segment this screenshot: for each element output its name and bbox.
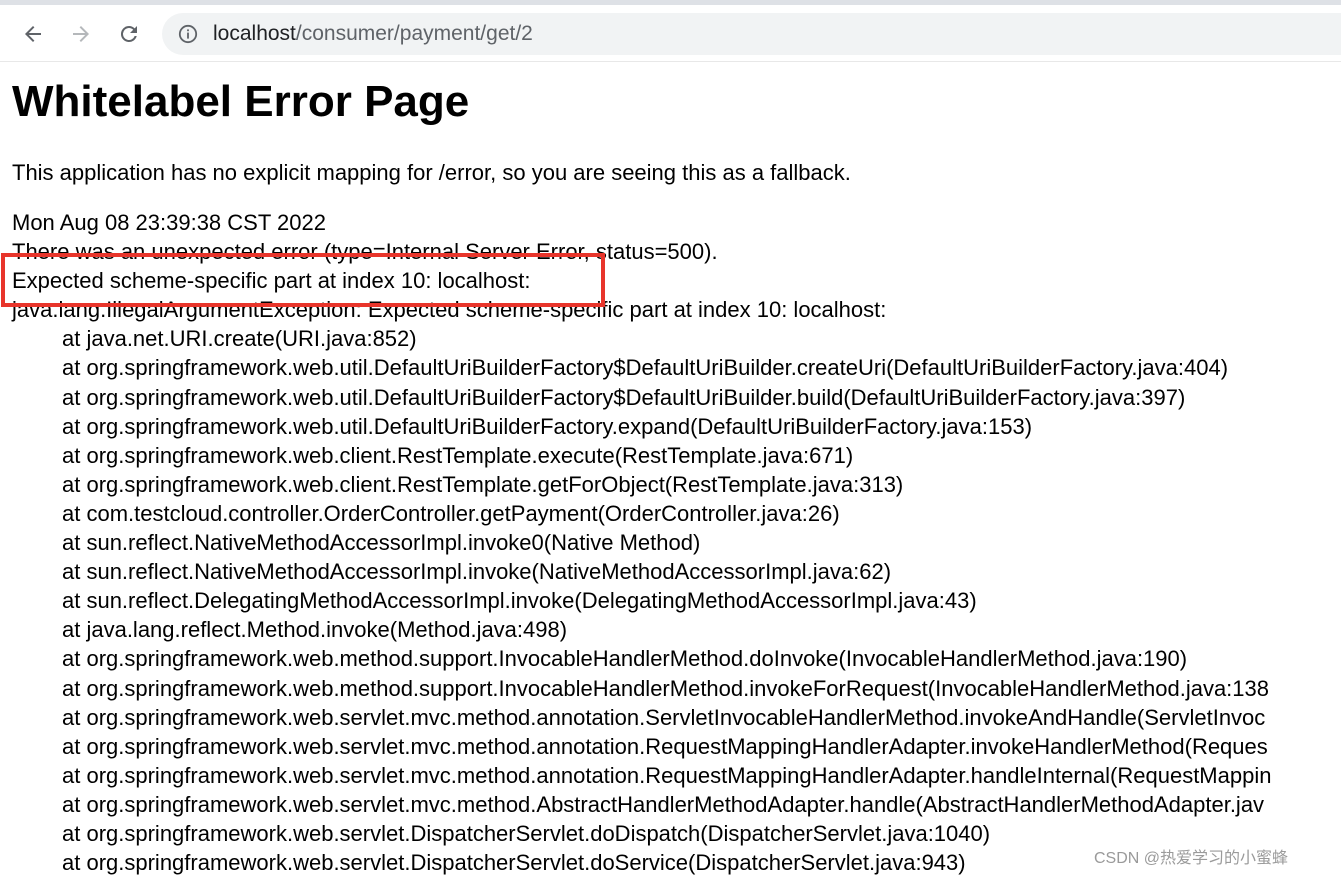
address-bar[interactable]: localhost/consumer/payment/get/2 (162, 13, 1341, 55)
stack-frame: at java.net.URI.create(URI.java:852) (62, 326, 417, 352)
stack-frame: at org.springframework.web.util.DefaultU… (62, 355, 1229, 381)
error-details: Mon Aug 08 23:39:38 CST 2022 There was a… (12, 208, 1271, 877)
stack-frame: at org.springframework.web.client.RestTe… (62, 442, 854, 468)
stack-frame: at org.springframework.web.servlet.Dispa… (62, 850, 966, 876)
stack-frame: at org.springframework.web.servlet.mvc.m… (62, 762, 1272, 788)
error-timestamp: Mon Aug 08 23:39:38 CST 2022 (12, 210, 326, 235)
back-button[interactable] (18, 19, 48, 49)
reload-icon (120, 25, 137, 42)
stack-frame: at org.springframework.web.method.suppor… (62, 646, 1188, 672)
stack-frame: at com.testcloud.controller.OrderControl… (62, 500, 840, 526)
url-host: localhost (213, 22, 296, 45)
stack-frame: at org.springframework.web.servlet.Dispa… (62, 820, 991, 846)
url-text[interactable]: localhost/consumer/payment/get/2 (213, 22, 533, 46)
reload-button[interactable] (114, 19, 144, 49)
error-description: This application has no explicit mapping… (12, 160, 851, 185)
stack-frame: at org.springframework.web.client.RestTe… (62, 471, 904, 497)
stack-frame: at org.springframework.web.method.suppor… (62, 675, 1270, 701)
page-title: Whitelabel Error Page (12, 77, 470, 126)
forward-button[interactable] (66, 19, 96, 49)
stack-frame: at org.springframework.web.servlet.mvc.m… (62, 704, 1266, 730)
forward-arrow-icon (73, 26, 89, 42)
watermark: CSDN @热爱学习的小蜜蜂 (1094, 850, 1289, 867)
stack-frame: at sun.reflect.NativeMethodAccessorImpl.… (62, 559, 892, 585)
url-path: /consumer/payment/get/2 (295, 22, 533, 45)
info-icon[interactable] (178, 24, 198, 44)
back-arrow-icon (25, 26, 41, 42)
stack-frame: at org.springframework.web.servlet.mvc.m… (62, 791, 1265, 817)
stack-frame: at sun.reflect.NativeMethodAccessorImpl.… (62, 530, 701, 556)
browser-toolbar: localhost/consumer/payment/get/2 (0, 0, 1341, 62)
stack-frame: at sun.reflect.DelegatingMethodAccessorI… (62, 588, 977, 614)
stack-frame: at org.springframework.web.util.DefaultU… (62, 413, 1033, 439)
highlight-annotation-box (1, 253, 605, 307)
stack-frame: at org.springframework.web.util.DefaultU… (62, 384, 1186, 410)
stack-frame: at org.springframework.web.servlet.mvc.m… (62, 733, 1268, 759)
stack-frame: at java.lang.reflect.Method.invoke(Metho… (62, 617, 568, 643)
